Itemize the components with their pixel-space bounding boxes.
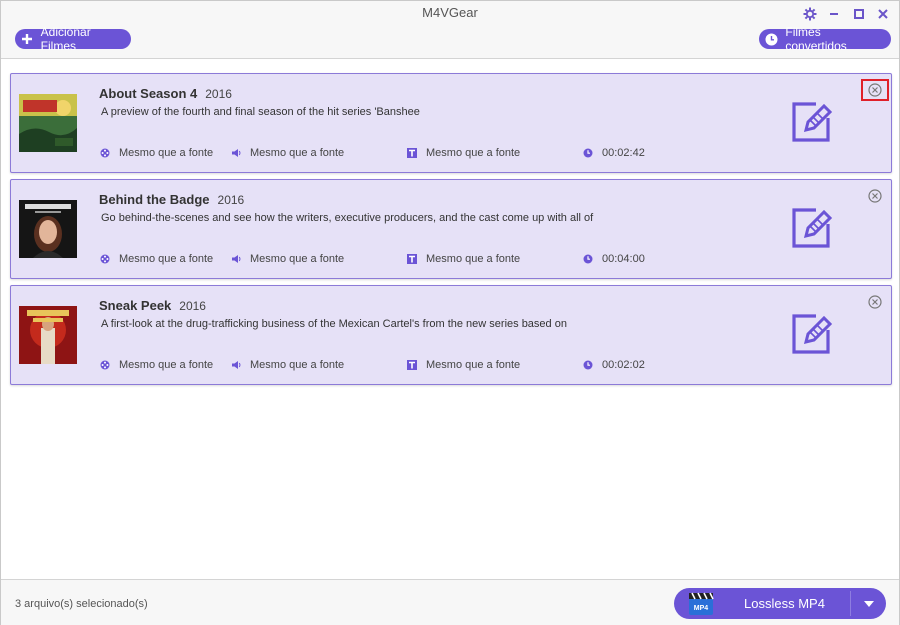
- video-setting[interactable]: Mesmo que a fonte: [99, 359, 213, 371]
- svg-text:MP4: MP4: [694, 605, 709, 612]
- format-dropdown-chevron-down-icon[interactable]: [851, 588, 886, 619]
- converted-movies-button[interactable]: Filmes convertidos: [759, 25, 891, 53]
- edit-pencil-icon[interactable]: [790, 312, 834, 356]
- circle-x-icon: [868, 83, 882, 97]
- item-title-text: About Season 4: [99, 86, 198, 101]
- edit-pencil-icon[interactable]: [790, 206, 834, 250]
- text-t-icon: [406, 147, 418, 159]
- item-title-text: Sneak Peek: [99, 298, 172, 313]
- audio-setting-label: Mesmo que a fonte: [250, 359, 345, 371]
- movie-thumbnail: [19, 94, 77, 152]
- circle-x-icon: [868, 295, 882, 309]
- converted-movies-label: Filmes convertidos: [785, 25, 847, 53]
- remove-item-button[interactable]: [867, 294, 883, 310]
- duration-label: 00:04:00: [602, 253, 645, 265]
- mp4-clapperboard-icon: MP4: [688, 592, 714, 616]
- status-bar: 3 arquivo(s) selecionado(s) MP4 Lossless…: [1, 579, 899, 625]
- selection-status: 3 arquivo(s) selecionado(s): [15, 598, 148, 610]
- duration-label: 00:02:42: [602, 147, 645, 159]
- item-year: 2016: [179, 299, 206, 313]
- minimize-icon[interactable]: [825, 5, 843, 23]
- movie-thumbnail: [19, 306, 77, 364]
- item-description: A first-look at the drug-trafficking bus…: [101, 318, 567, 330]
- duration: 00:02:02: [582, 359, 645, 371]
- video-setting-label: Mesmo que a fonte: [119, 253, 214, 265]
- item-title: About Season 4 2016: [99, 86, 232, 101]
- audio-setting-label: Mesmo que a fonte: [250, 253, 345, 265]
- remove-item-button[interactable]: [867, 188, 883, 204]
- clock-icon: [582, 147, 594, 159]
- audio-setting[interactable]: Mesmo que a fonte: [230, 253, 344, 265]
- circle-x-icon: [868, 189, 882, 203]
- maximize-icon[interactable]: [850, 5, 868, 23]
- clock-icon: [582, 359, 594, 371]
- duration: 00:02:42: [582, 147, 645, 159]
- duration-label: 00:02:02: [602, 359, 645, 371]
- item-title-text: Behind the Badge: [99, 192, 210, 207]
- settings-gear-icon[interactable]: [801, 5, 819, 23]
- film-reel-icon: [99, 147, 111, 159]
- subtitle-setting-label: Mesmo que a fonte: [426, 253, 521, 265]
- text-t-icon: [406, 253, 418, 265]
- text-t-icon: [406, 359, 418, 371]
- duration: 00:04:00: [582, 253, 645, 265]
- add-movies-button[interactable]: Adicionar Filmes: [15, 25, 131, 53]
- title-bar: M4VGear Adicionar Filmes Filmes converti…: [1, 1, 899, 59]
- output-format-label: Lossless MP4: [744, 596, 825, 611]
- plus-icon: [21, 32, 34, 46]
- video-setting[interactable]: Mesmo que a fonte: [99, 253, 213, 265]
- video-setting[interactable]: Mesmo que a fonte: [99, 147, 213, 159]
- window-title: M4VGear: [422, 5, 478, 20]
- audio-setting-label: Mesmo que a fonte: [250, 147, 345, 159]
- film-reel-icon: [99, 359, 111, 371]
- clock-icon: [582, 253, 594, 265]
- app-window: M4VGear Adicionar Filmes Filmes converti…: [0, 0, 900, 625]
- subtitle-setting[interactable]: Mesmo que a fonte: [406, 147, 520, 159]
- item-title: Behind the Badge 2016: [99, 192, 244, 207]
- video-setting-label: Mesmo que a fonte: [119, 359, 214, 371]
- list-item[interactable]: About Season 4 2016 A preview of the four…: [10, 73, 892, 173]
- subtitle-setting-label: Mesmo que a fonte: [426, 359, 521, 371]
- item-year: 2016: [205, 87, 232, 101]
- subtitle-setting-label: Mesmo que a fonte: [426, 147, 521, 159]
- subtitle-setting[interactable]: Mesmo que a fonte: [406, 253, 520, 265]
- clock-icon: [765, 32, 778, 46]
- remove-item-button[interactable]: [861, 79, 889, 101]
- speaker-icon: [230, 147, 242, 159]
- item-year: 2016: [217, 193, 245, 207]
- edit-pencil-icon[interactable]: [790, 100, 834, 144]
- item-description: A preview of the fourth and final season…: [101, 106, 420, 118]
- speaker-icon: [230, 359, 242, 371]
- video-setting-label: Mesmo que a fonte: [119, 147, 214, 159]
- subtitle-setting[interactable]: Mesmo que a fonte: [406, 359, 520, 371]
- list-item[interactable]: Sneak Peek 2016 A first-look at the drug-…: [10, 285, 892, 385]
- output-format-button[interactable]: MP4 Lossless MP4: [674, 588, 886, 619]
- item-title: Sneak Peek 2016: [99, 298, 206, 313]
- speaker-icon: [230, 253, 242, 265]
- audio-setting[interactable]: Mesmo que a fonte: [230, 147, 344, 159]
- close-window-icon[interactable]: [874, 5, 892, 23]
- audio-setting[interactable]: Mesmo que a fonte: [230, 359, 344, 371]
- film-reel-icon: [99, 253, 111, 265]
- movie-thumbnail: [19, 200, 77, 258]
- add-movies-label: Adicionar Filmes: [40, 25, 91, 53]
- item-description: Go behind-the-scenes and see how the wri…: [101, 212, 594, 224]
- list-item[interactable]: Behind the Badge 2016 Go behind-the-scene…: [10, 179, 892, 279]
